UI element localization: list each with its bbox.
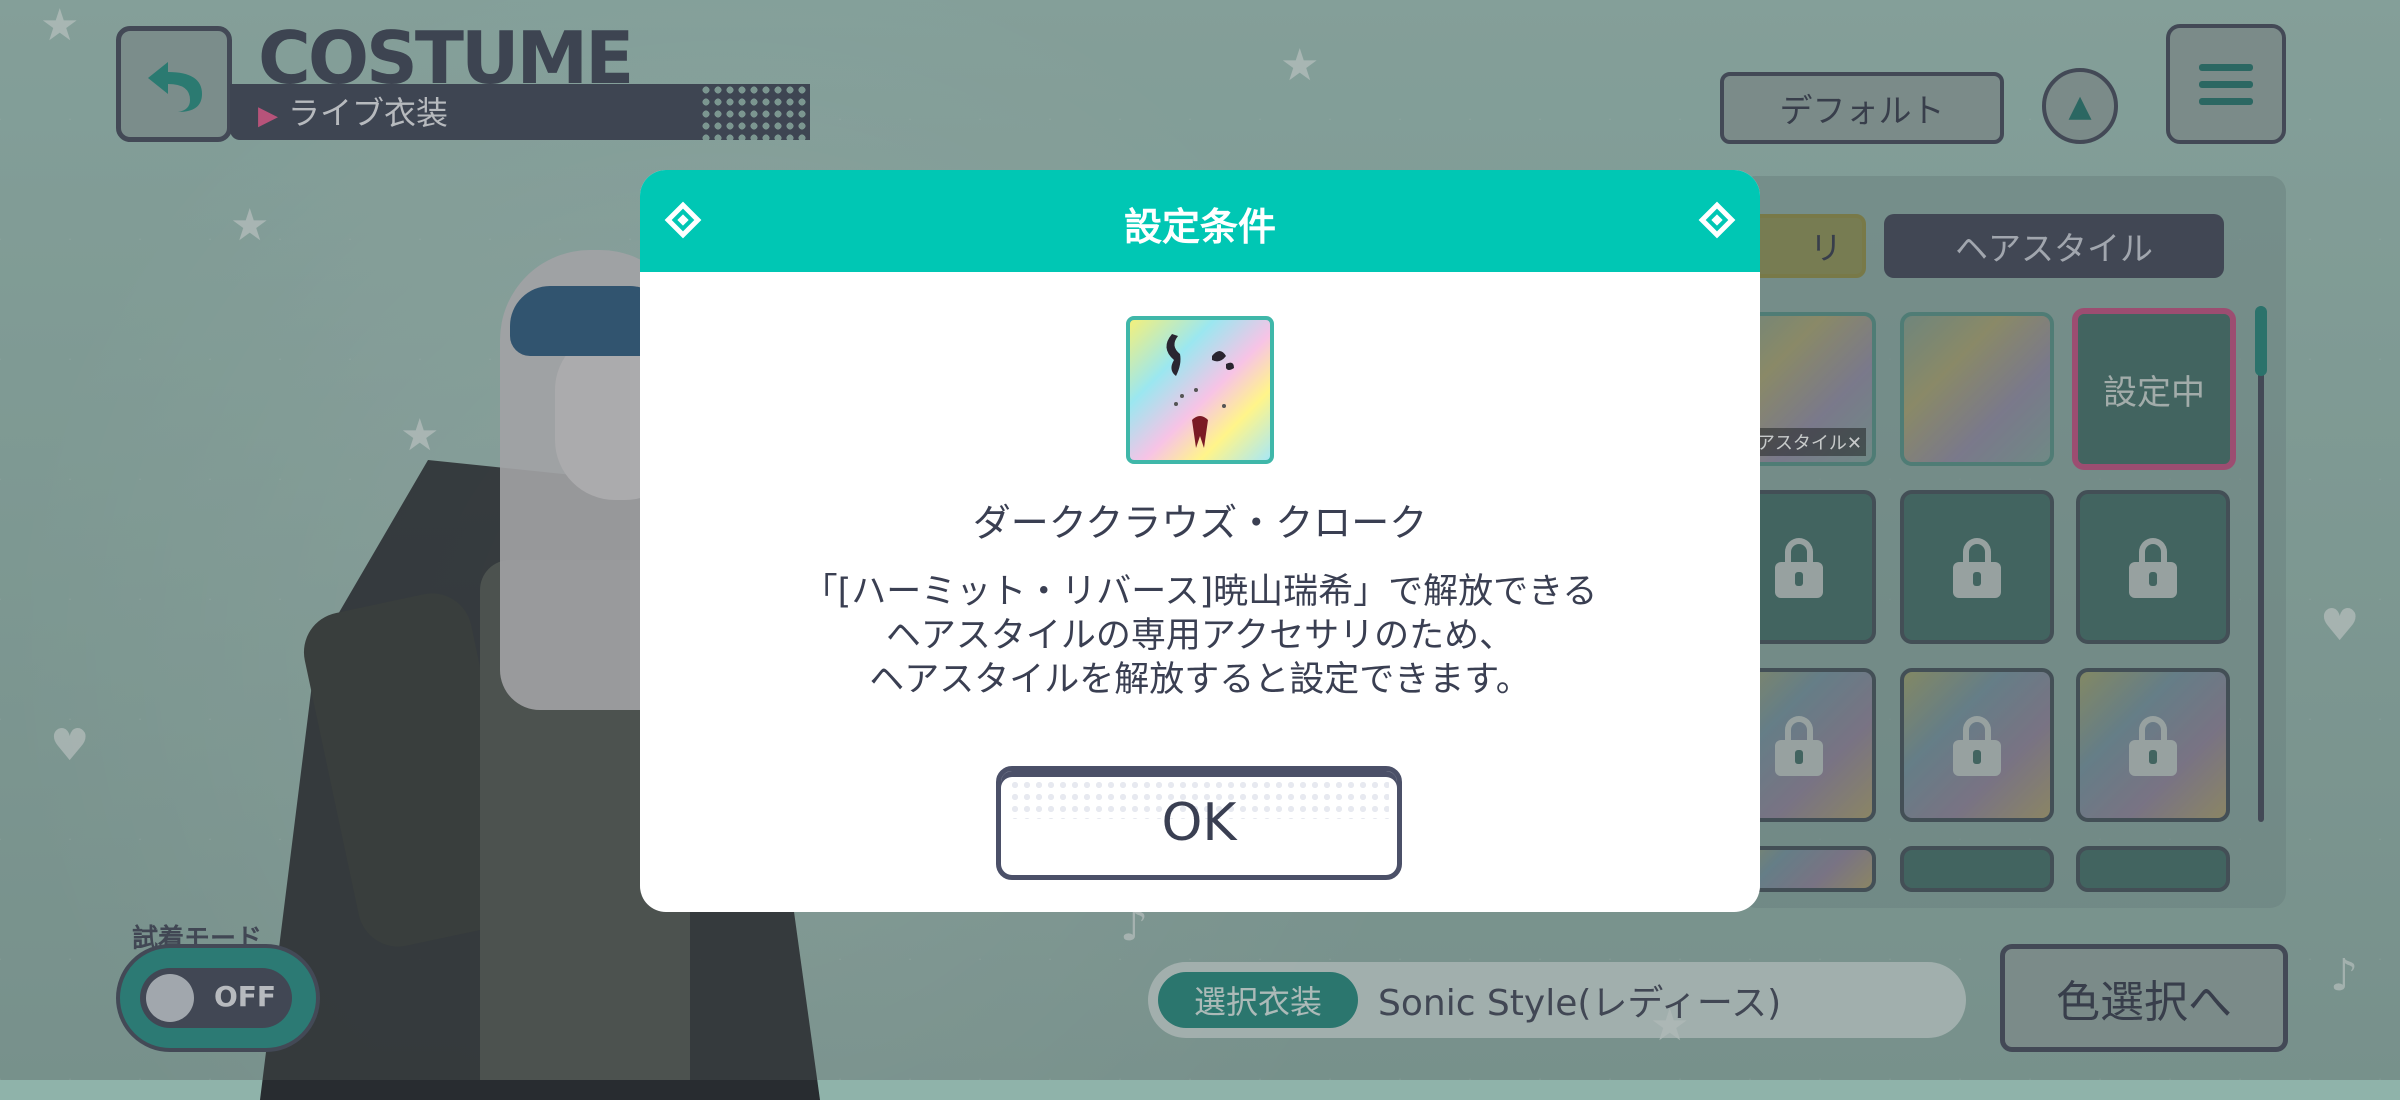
item-name: ダーククラウズ・クローク <box>972 501 1428 545</box>
description-line: 「[ハーミット・リバース]暁山瑞希」で解放できる <box>802 572 1598 612</box>
description-line: ヘアスタイルを解放すると設定できます。 <box>869 660 1531 700</box>
item-description: 「[ハーミット・リバース]暁山瑞希」で解放できる ヘアスタイルの専用アクセサリの… <box>640 570 1760 702</box>
description-line: ヘアスタイルの専用アクセサリのため、 <box>885 616 1515 656</box>
ok-button[interactable]: OK <box>996 766 1402 880</box>
dialog-title: 設定条件 <box>1123 205 1276 249</box>
cloak-accessory-icon <box>1166 334 1234 448</box>
item-thumbnail <box>1126 316 1274 464</box>
ok-button-label: OK <box>1161 793 1237 853</box>
unlock-condition-dialog: 設定条件 ダーククラウズ・クローク 「[ハーミット・リバース]暁山瑞希」で解放で… <box>640 170 1760 912</box>
